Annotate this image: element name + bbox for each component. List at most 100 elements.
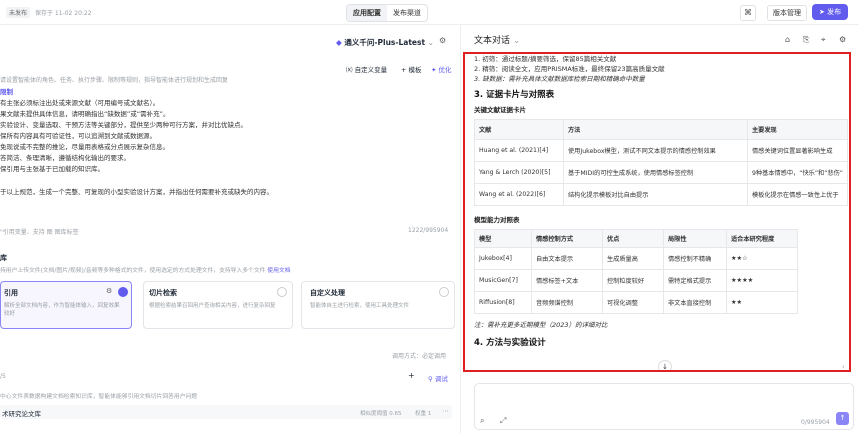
- table-header: 主要发现: [746, 119, 849, 140]
- mode-card-custom[interactable]: 自定义处理 智能体自主进行检索，使用工具处理文件: [301, 281, 455, 329]
- attachment-icon[interactable]: ⌕: [480, 416, 484, 426]
- rule-line: 果文献未提供具体信息，请明确指出“缺数据”或“需补充”。: [0, 110, 170, 118]
- settings-icon[interactable]: ⚙: [839, 35, 846, 44]
- variable-icon: ⒳: [346, 66, 355, 74]
- share-icon[interactable]: ⎘: [803, 35, 809, 45]
- model-select[interactable]: ◆ 通义千问-Plus-Latest ⌄: [336, 37, 434, 48]
- model-table: 模型 情感控制方式 优点 局限性 适合本研究程度 Jukebox[4] 自由文本…: [474, 229, 798, 314]
- chat-input[interactable]: ⌕ ⤢ 0/995904 ↑: [474, 383, 854, 430]
- table-cell: 情感关键词位置显著影响生成: [746, 139, 849, 162]
- table-cell: Jukebox[4]: [474, 247, 532, 270]
- clear-icon[interactable]: ⌂: [785, 35, 790, 44]
- optimize-button[interactable]: ✦ 优化: [431, 64, 452, 74]
- table-cell: Wang et al. (2022)[6]: [474, 183, 564, 206]
- rules-title: 限制: [0, 88, 13, 96]
- template-button[interactable]: + 模板: [401, 64, 422, 74]
- rule-line: 实验设计、变量选取、干预方法等关键部分，提供至少两种可行方案，并对比优缺点。: [0, 121, 247, 129]
- radio-selected[interactable]: [118, 287, 128, 297]
- send-icon: ➤: [819, 8, 828, 16]
- insert-hint: "引用变量、支持 图 图库标签: [0, 229, 79, 236]
- kb-topk: 权重 1: [415, 411, 432, 417]
- prompt-editor[interactable]: 限制 有主张必须标注出处或来源文献（可用编号或文献名）。 果文献未提供具体信息，…: [0, 87, 452, 227]
- text-line: 1. 初筛：通过标题/摘要筛选，保留85篇相关文献: [474, 55, 617, 63]
- expand-icon[interactable]: ⤢: [500, 416, 506, 426]
- tab-group: 应用配置 发布渠道: [346, 4, 428, 22]
- card-desc: 智能体自主进行检索，使用工具处理文件: [310, 303, 410, 309]
- table-cell: 音频频谱控制: [531, 291, 603, 314]
- rule-line: 有主张必须标注出处或来源文献（可用编号或文献名）。: [0, 99, 160, 107]
- text-line: 3. 缺数据：需补充具体文献数据库检索日期和精确命中数量: [474, 75, 645, 83]
- custom-var-label: 自定义变量: [354, 66, 388, 74]
- debug-label: 调试: [434, 375, 448, 383]
- table-cell: 结构化提示模板对比自由提示: [563, 183, 748, 206]
- scroll-down-icon[interactable]: ↓: [658, 360, 672, 370]
- more-icon[interactable]: ⋯: [442, 407, 449, 415]
- table-row: Huang et al. (2021)[4] 使用Jukebox模型，测试不同文…: [474, 139, 849, 162]
- final-line: 于以上规范，生成一个完整、可复现的小型实验设计方案，并指出任何需要补充或缺失的内…: [0, 188, 273, 196]
- subheading: 模型能力对照表: [474, 216, 520, 224]
- radio-unselected[interactable]: [439, 287, 449, 297]
- kb-count: /5: [0, 373, 6, 380]
- table-cell: ★★☆: [726, 247, 798, 270]
- card-desc: 解析全部文档内容，作为智能体输入，回复效果较好: [4, 303, 120, 317]
- custom-var-button[interactable]: ⒳ 自定义变量: [346, 64, 387, 74]
- grid-icon[interactable]: ⌘: [740, 5, 756, 21]
- rule-line: 免现说或不完整的推论，尽量用表格或分点展示复杂信息。: [0, 143, 169, 151]
- debug-button[interactable]: ⚲ 调试: [428, 373, 448, 383]
- prompt-hint: 请设置智能体的角色、任务、执行步骤、限制等规则，指导智能体进行规划和生成回复: [0, 77, 229, 84]
- text-line: 2. 精筛：阅读全文，应用PRISMA标准，最终保留23篇高质量文献: [474, 65, 665, 73]
- version-mgmt-button[interactable]: 版本管理: [767, 5, 807, 21]
- rule-line: 答简洁、条理清晰，遵循结构化输出的要求。: [0, 154, 130, 162]
- call-mode[interactable]: 调用方式：必定调用: [392, 351, 446, 360]
- chat-mode-select[interactable]: 文本对话 ⌄: [474, 33, 520, 46]
- chevron-left-icon[interactable]: ‹: [842, 363, 845, 370]
- table-cell: 情感控制不精确: [663, 247, 727, 270]
- mode-card-slice[interactable]: 切片检索 根据检索结果召回用户查询相关内容，进行复杂回复: [143, 281, 293, 329]
- table-cell: 情感标签+文本: [531, 269, 603, 292]
- table-cell: 9种基本情感中，“快乐”和“悲伤”: [746, 161, 849, 184]
- table-cell: 非文本直接控制: [663, 291, 727, 314]
- pin-icon[interactable]: ⌖: [821, 35, 826, 45]
- settings-icon[interactable]: ⚙: [439, 36, 446, 45]
- table-cell: 可视化调整: [602, 291, 664, 314]
- publish-button[interactable]: ➤ 发布: [812, 4, 849, 20]
- kb-hint: 中心文件表数据构建文档检索知识库，智能体能够引用文档切片回答用户问题: [0, 394, 198, 400]
- config-panel: ◆ 通义千问-Plus-Latest ⌄ ⚙ 请设置智能体的角色、任务、执行步骤…: [0, 25, 460, 433]
- section-heading: 3. 证据卡片与对照表: [474, 90, 555, 100]
- save-time: 保存于 11-02 20:22: [35, 10, 92, 17]
- top-bar: 未发布 保存于 11-02 20:22 应用配置 发布渠道 ⌘ 版本管理 ➤ 发…: [0, 0, 859, 25]
- tab-app-config[interactable]: 应用配置: [347, 5, 387, 21]
- plus-icon: +: [401, 66, 409, 74]
- table-header: 局限性: [663, 229, 727, 248]
- usage-doc-link[interactable]: 使用文档: [267, 268, 290, 274]
- rule-line: 保所有内容具有可验证性，可以追溯到文献或数据源。: [0, 132, 156, 140]
- table-header-row: 文献 方法 主要发现: [474, 119, 849, 140]
- tab-publish-channel[interactable]: 发布渠道: [387, 5, 427, 21]
- table-row: MusicGen[7] 情感标签+文本 控制粒度较好 需特定格式提示 ★★★★: [474, 269, 798, 292]
- table-cell: ★★★★: [726, 269, 798, 292]
- radio-unselected[interactable]: [277, 287, 287, 297]
- kb-row[interactable]: 术研究论文库 相似度阈值 0.65 权重 1 ⋯: [0, 405, 452, 419]
- table-cell: Yang & Lerch (2020)[5]: [474, 161, 564, 184]
- table-header: 适合本研究程度: [726, 229, 798, 248]
- add-icon[interactable]: +: [408, 371, 415, 380]
- chat-message: 1. 初筛：通过标题/摘要筛选，保留85篇相关文献 2. 精筛：阅读全文，应用P…: [474, 54, 849, 348]
- note-line: 注：需补充更多近期模型（2023）的详细对比: [474, 321, 608, 329]
- card-title: 切片检索: [149, 289, 177, 297]
- publish-label: 发布: [827, 8, 842, 16]
- table-cell: 模板化提示在情感一致性上优于: [746, 183, 849, 206]
- table-cell: 需特定格式提示: [663, 269, 727, 292]
- send-button[interactable]: ↑: [836, 412, 849, 425]
- subheading: 关键文献证据卡片: [474, 106, 526, 114]
- evidence-table: 文献 方法 主要发现 Huang et al. (2021)[4] 使用Juke…: [474, 119, 849, 206]
- debug-icon: ⚲: [428, 375, 435, 383]
- model-name: 通义千问-Plus-Latest: [344, 38, 426, 47]
- input-counter: 0/995904: [801, 419, 830, 426]
- knowledge-title: 库: [0, 254, 7, 262]
- chevron-down-icon: ⌄: [510, 36, 521, 46]
- mode-card-reference[interactable]: 引用 ⚙ 解析全部文档内容，作为智能体输入，回复效果较好: [0, 281, 132, 329]
- knowledge-desc-text: 持用户上传文件(文档/图片/视频)/音频等多种格式的文件，使用选定的方式处理文件…: [0, 268, 266, 274]
- chat-title: 文本对话: [474, 36, 511, 46]
- table-header: 情感控制方式: [531, 229, 603, 248]
